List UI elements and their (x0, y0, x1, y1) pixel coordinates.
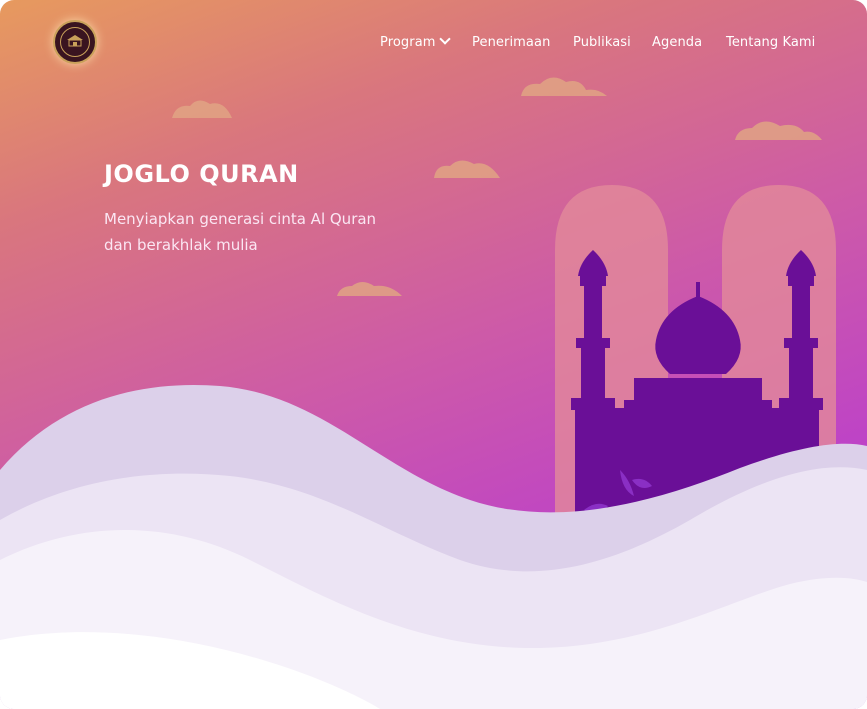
hero-subtitle-line-1: Menyiapkan generasi cinta Al Quran (104, 210, 377, 228)
cloud-icon (735, 121, 822, 140)
nav-item-agenda[interactable]: Agenda (652, 35, 702, 50)
cloud-icon (337, 282, 402, 296)
hero-subtitle-line-2: dan berakhlak mulia (104, 236, 258, 254)
joglo-quran-logo[interactable] (53, 20, 97, 64)
hero-title: JOGLO QURAN (104, 160, 299, 188)
cloud-icon (434, 160, 500, 178)
nav-item-label: Program (380, 35, 436, 50)
chevron-down-icon (438, 33, 451, 45)
hero-illustration (0, 77, 867, 709)
cloud-icon (521, 77, 607, 96)
joglo-house-icon (67, 35, 83, 47)
nav-item-tentang-kami[interactable]: Tentang Kami (726, 35, 815, 50)
nav-item-program[interactable]: Program (380, 33, 451, 50)
hero-section: Program Penerimaan Publikasi Agenda Tent… (0, 0, 867, 709)
cloud-icon (172, 100, 232, 118)
hero-subtitle: Menyiapkan generasi cinta Al Quran dan b… (104, 206, 424, 258)
nav-item-penerimaan[interactable]: Penerimaan (472, 35, 550, 50)
nav-item-publikasi[interactable]: Publikasi (573, 35, 631, 50)
crescent-icon (690, 250, 717, 278)
